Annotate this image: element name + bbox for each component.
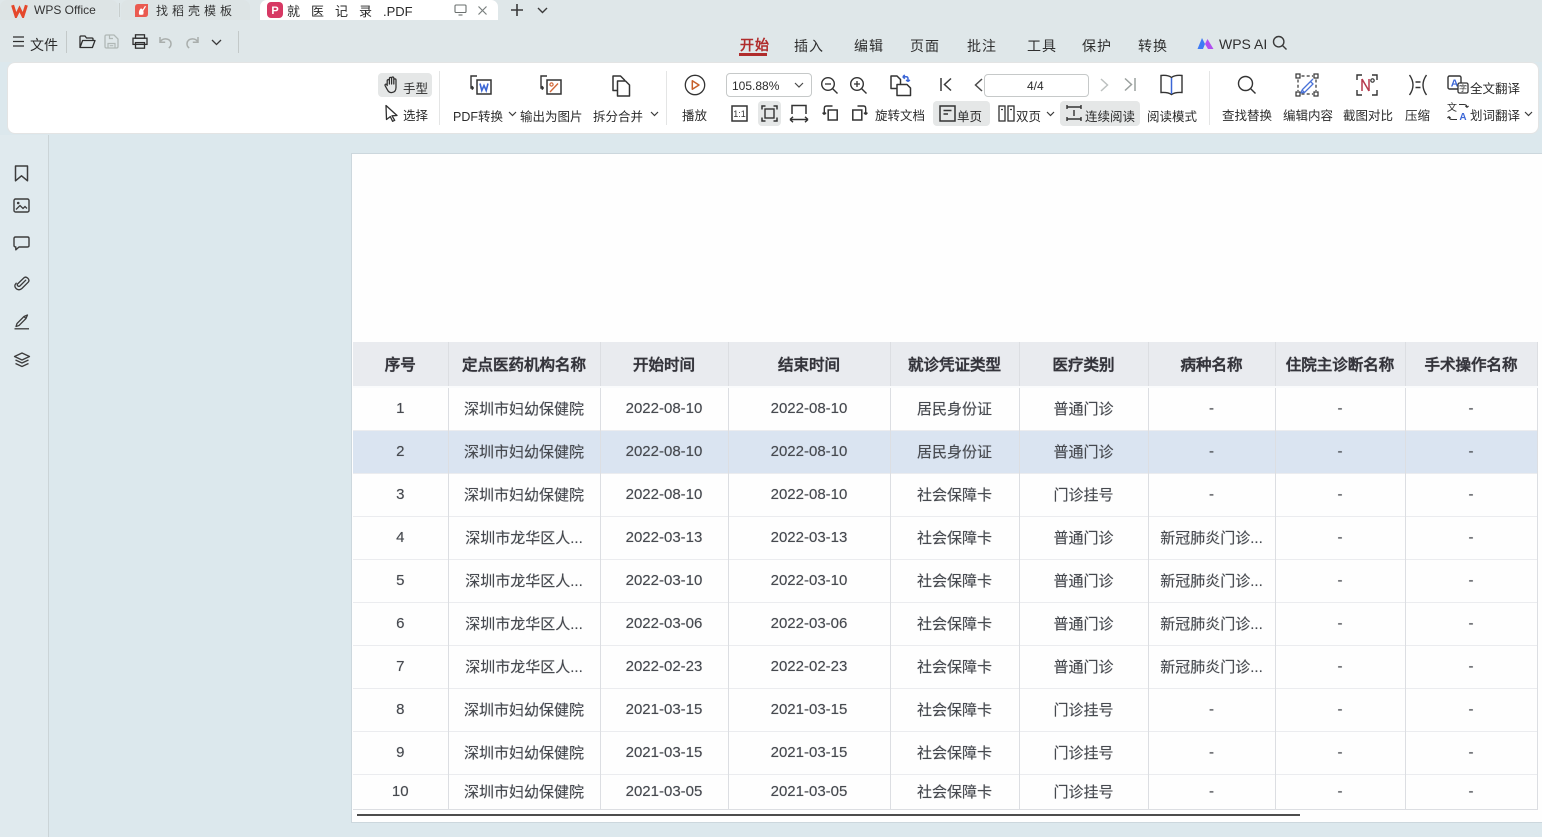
svg-text:1:1: 1:1 bbox=[733, 109, 746, 119]
svg-text:文: 文 bbox=[1447, 102, 1457, 114]
svg-text:字: 字 bbox=[1459, 83, 1467, 93]
svg-text:P: P bbox=[271, 5, 278, 17]
svg-text:A: A bbox=[1459, 112, 1466, 122]
